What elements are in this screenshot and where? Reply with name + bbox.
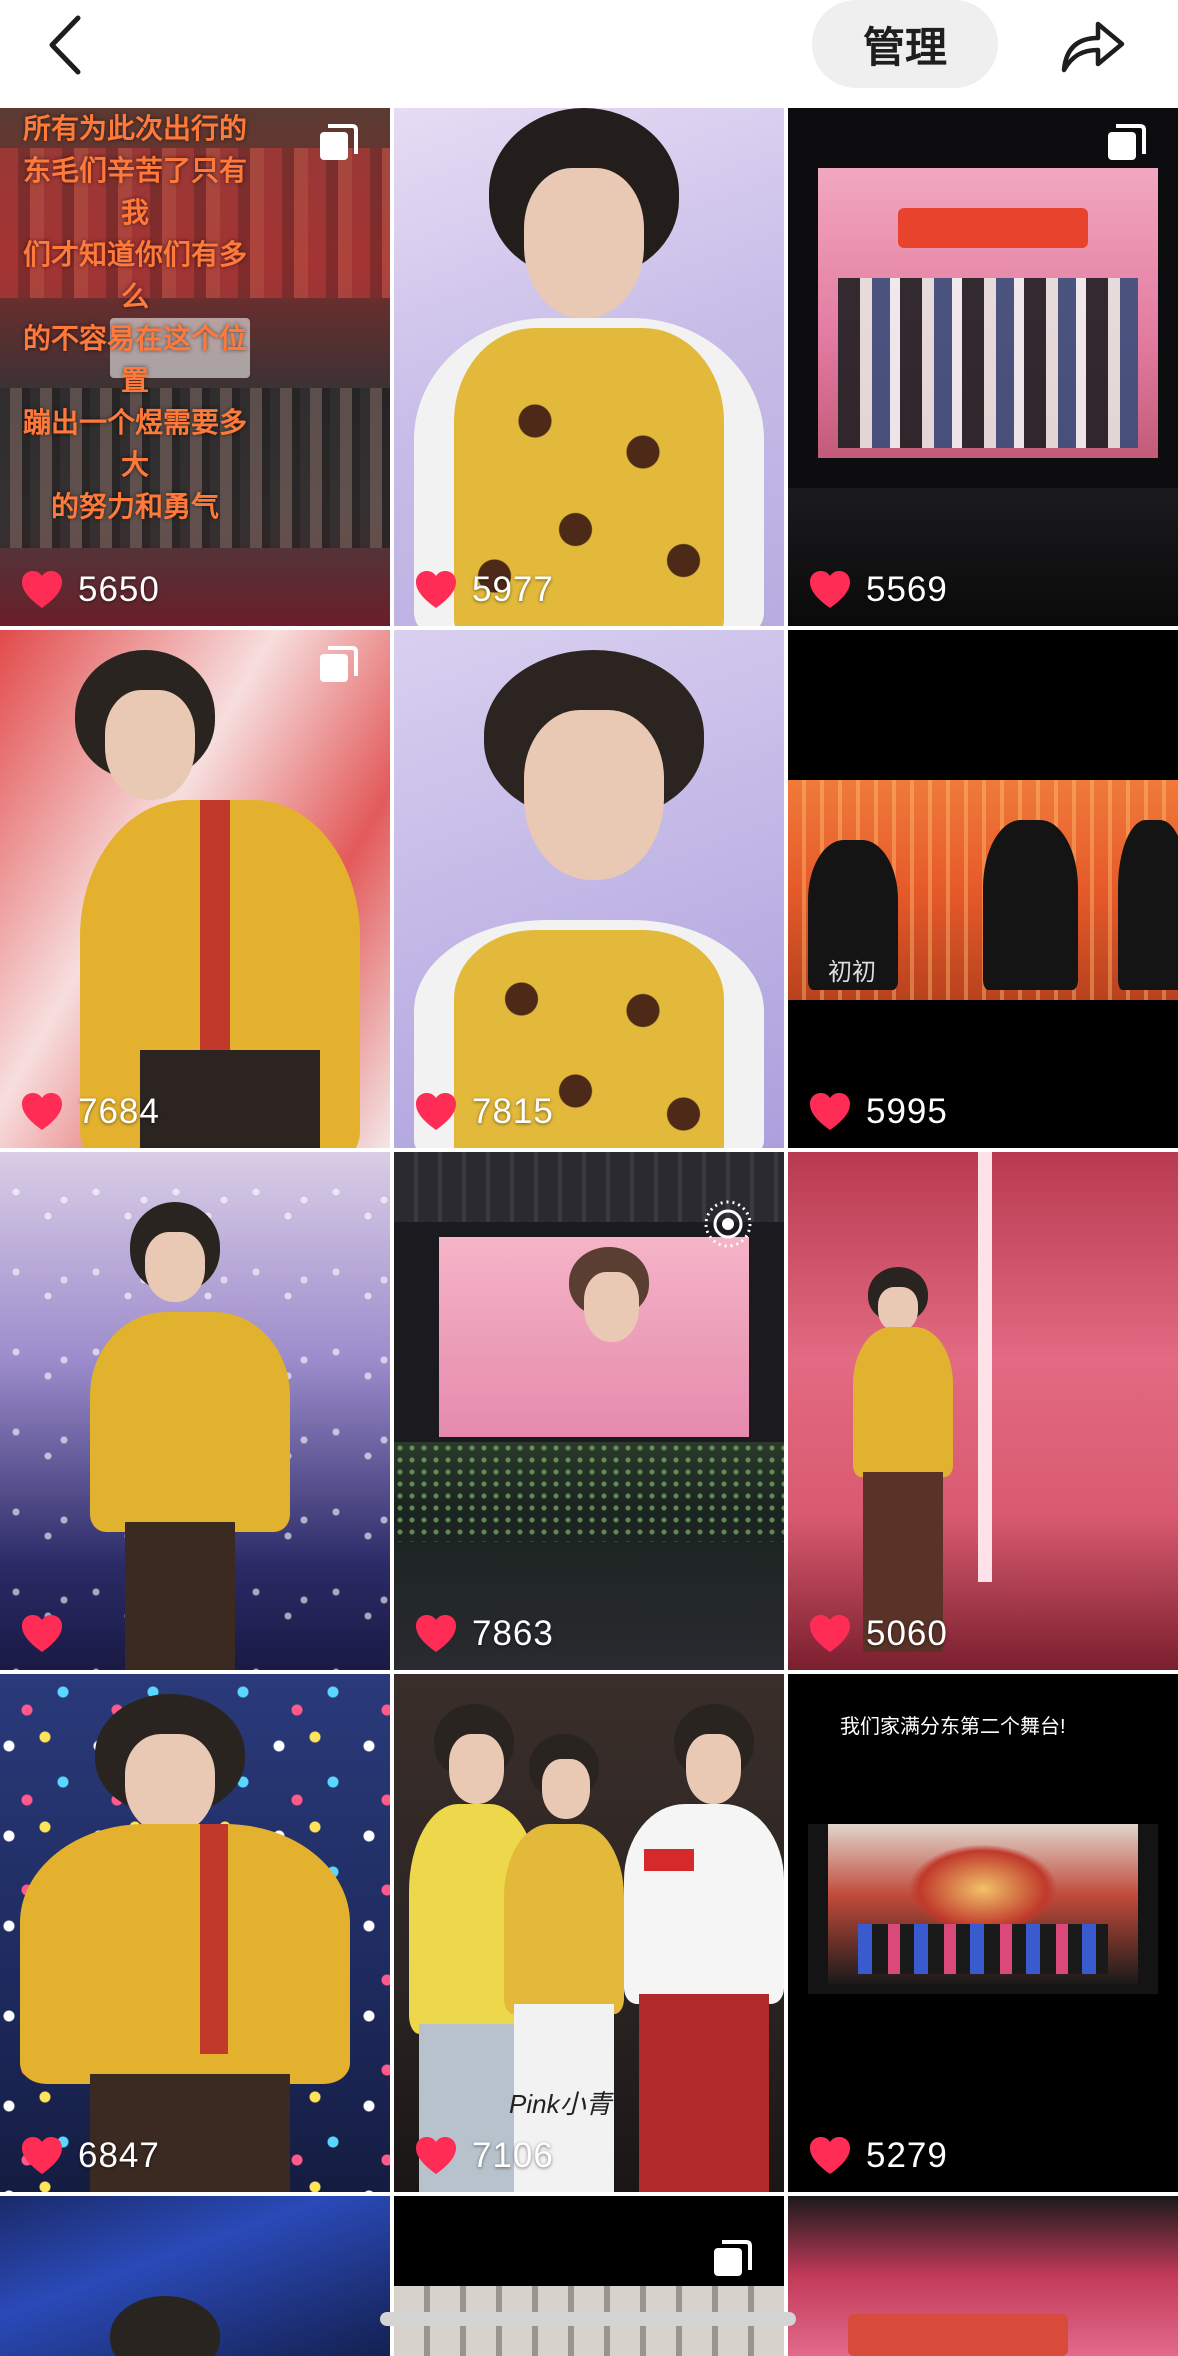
like-count: 7684 [20,1092,160,1132]
heart-icon [22,2137,62,2174]
grid-tile[interactable] [394,2196,784,2356]
like-count: 5977 [414,570,554,610]
watermark: Pink小青 [509,2089,612,2119]
like-count: 5060 [808,1614,948,1654]
grid-tile[interactable] [788,2196,1178,2356]
multi-photo-icon [1108,124,1146,160]
photo-grid: 所有为此次出行的 东毛们辛苦了只有我 们才知道你们有多么 的不容易在这个位置 蹦… [0,108,1178,2356]
like-count-text: 5060 [866,1614,948,1653]
like-count-text: 6847 [78,2136,160,2175]
like-count-text: 5995 [866,1092,948,1131]
like-count-text: 5977 [472,570,554,609]
top-bar: 管理 [0,0,1178,108]
manage-button[interactable]: 管理 [812,0,998,88]
grid-tile[interactable] [0,1152,390,1670]
like-count-text: 7106 [472,2136,554,2175]
watermark: 初初 [828,959,876,986]
grid-tile[interactable] [0,2196,390,2356]
like-count: 7863 [414,1614,554,1654]
caption-overlay: 所有为此次出行的 东毛们辛苦了只有我 们才知道你们有多么 的不容易在这个位置 蹦… [22,113,247,522]
like-count: 5279 [808,2136,948,2176]
grid-tile[interactable]: Pink小青 7106 [394,1674,784,2192]
grid-tile[interactable]: 所有为此次出行的 东毛们辛苦了只有我 们才知道你们有多么 的不容易在这个位置 蹦… [0,108,390,626]
multi-photo-icon [320,124,358,160]
scroll-indicator[interactable] [380,2312,796,2326]
like-count-text: 7863 [472,1614,554,1653]
like-count-text: 7684 [78,1092,160,1131]
grid-tile[interactable]: 5060 [788,1152,1178,1670]
grid-tile[interactable]: 5977 [394,108,784,626]
heart-icon [416,2137,456,2174]
grid-tile[interactable]: 7863 [394,1152,784,1670]
like-count-text: 5279 [866,2136,948,2175]
like-count: 5650 [20,570,160,610]
heart-icon [810,571,850,608]
live-photo-icon [704,1200,752,1248]
heart-icon [810,1615,850,1652]
heart-icon [22,1093,62,1130]
like-count-text: 5650 [78,570,160,609]
multi-photo-icon [714,2240,752,2276]
grid-tile[interactable]: 5569 [788,108,1178,626]
heart-icon [810,2137,850,2174]
grid-tile[interactable]: 7684 [0,630,390,1148]
multi-photo-icon [320,646,358,682]
like-count: 7815 [414,1092,554,1132]
post-caption: 我们家满分东第二个舞台! [840,1716,1066,1738]
heart-icon [416,1093,456,1130]
share-arrow-icon[interactable] [1058,16,1128,74]
heart-icon [416,1615,456,1652]
heart-icon [22,1615,62,1652]
heart-icon [22,571,62,608]
like-count-text: 5569 [866,570,948,609]
like-count-text: 7815 [472,1092,554,1131]
like-count [20,1614,78,1654]
grid-tile[interactable]: 我们家满分东第二个舞台! 5279 [788,1674,1178,2192]
grid-tile[interactable]: 6847 [0,1674,390,2192]
like-count: 5995 [808,1092,948,1132]
like-count: 7106 [414,2136,554,2176]
like-count: 5569 [808,570,948,610]
heart-icon [810,1093,850,1130]
grid-tile[interactable]: 7815 [394,630,784,1148]
like-count: 6847 [20,2136,160,2176]
chevron-left-icon[interactable] [40,14,94,76]
heart-icon [416,571,456,608]
grid-tile[interactable]: 初初 5995 [788,630,1178,1148]
